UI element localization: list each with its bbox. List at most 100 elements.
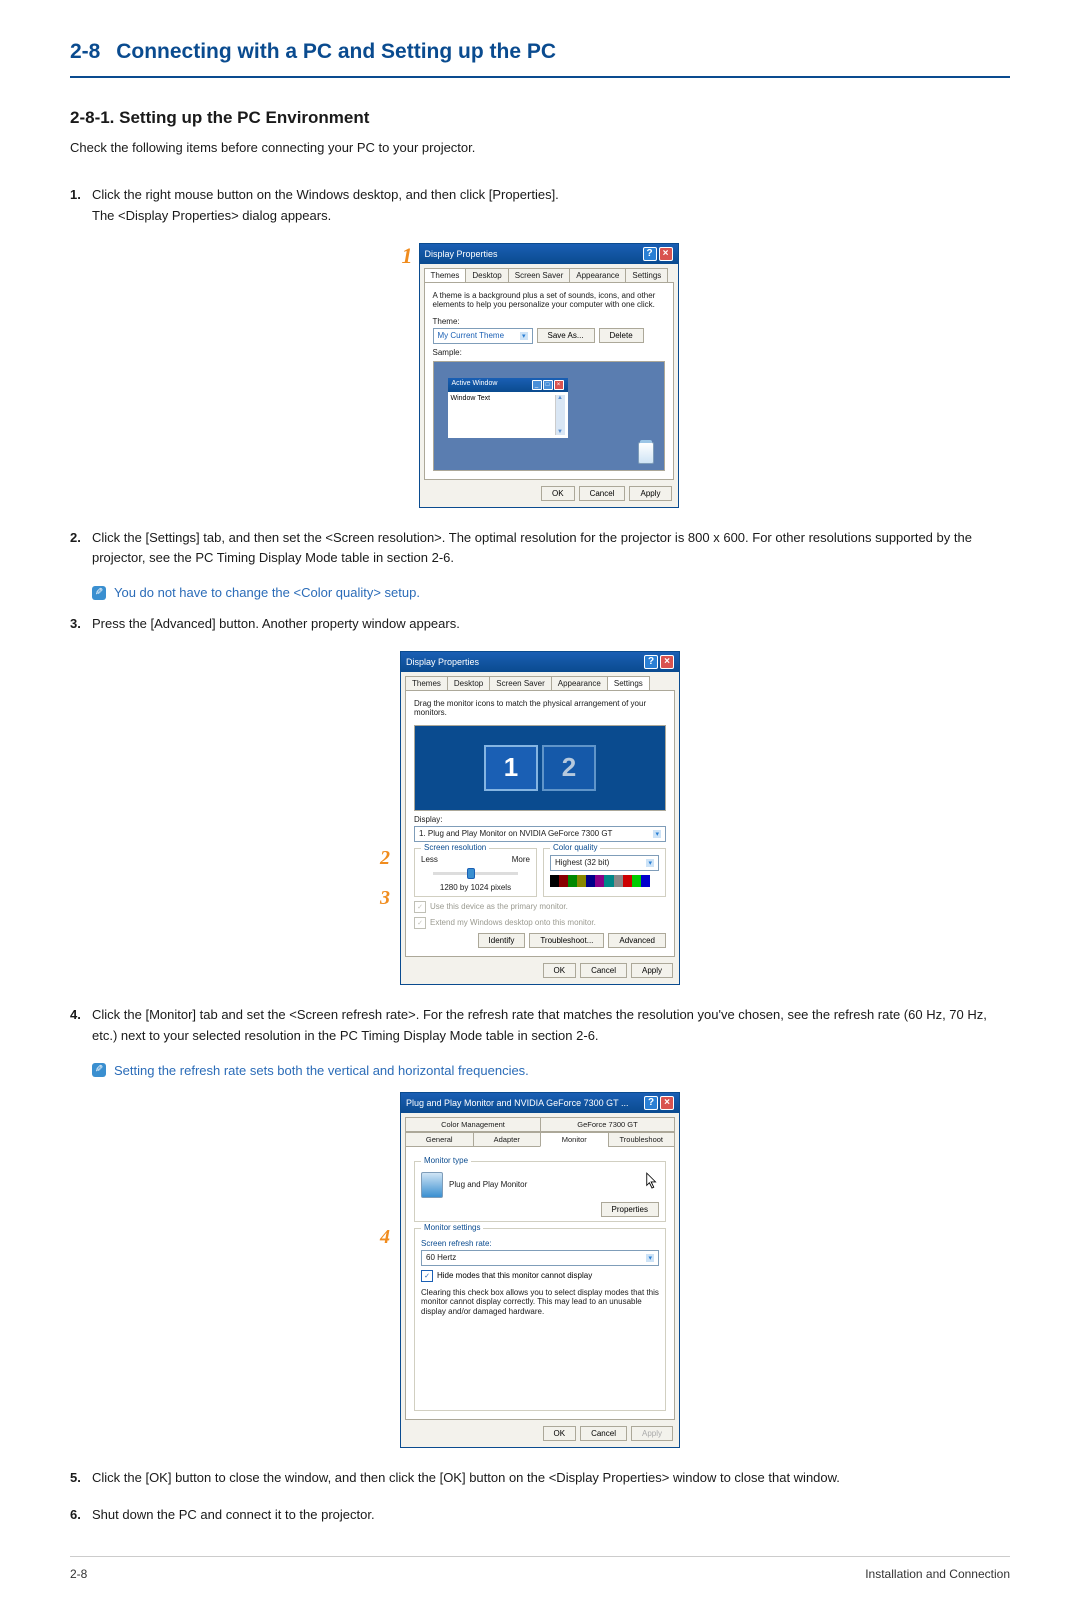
display-properties-settings-dialog: Display Properties ? × Themes Desktop Sc… [400, 651, 680, 985]
apply-button[interactable]: Apply [631, 963, 673, 978]
cancel-button[interactable]: Cancel [580, 963, 627, 978]
section-title: Connecting with a PC and Setting up the … [116, 40, 556, 63]
properties-button[interactable]: Properties [601, 1202, 659, 1217]
apply-button[interactable]: Apply [629, 486, 671, 501]
tab-color-management[interactable]: Color Management [405, 1117, 540, 1131]
tab-screen-saver[interactable]: Screen Saver [508, 268, 570, 282]
resolution-slider[interactable] [433, 872, 518, 875]
identify-button[interactable]: Identify [478, 933, 526, 948]
tab-appearance[interactable]: Appearance [569, 268, 626, 282]
monitor-type-label: Monitor type [421, 1156, 471, 1165]
sample-area: Active Window _□× Window Text▲▼ [433, 361, 665, 471]
step-4-number: 4. [70, 1005, 92, 1047]
close-icon: × [554, 380, 564, 390]
callout-1: 1 [402, 243, 413, 269]
resolution-value: 1280 by 1024 pixels [421, 883, 530, 892]
minimize-icon: _ [532, 380, 542, 390]
display-label: Display: [414, 815, 666, 824]
apply-button: Apply [631, 1426, 673, 1441]
hide-modes-desc: Clearing this check box allows you to se… [421, 1288, 659, 1317]
cursor-icon [645, 1172, 659, 1190]
help-button[interactable]: ? [644, 655, 658, 669]
section-number: 2-8 [70, 40, 100, 63]
color-quality-select[interactable]: Highest (32 bit) [550, 855, 659, 871]
tab-settings[interactable]: Settings [607, 676, 650, 690]
troubleshoot-button[interactable]: Troubleshoot... [529, 933, 604, 948]
themes-desc: A theme is a background plus a set of so… [433, 291, 665, 309]
ok-button[interactable]: OK [543, 963, 577, 978]
tab-themes[interactable]: Themes [424, 268, 467, 282]
color-quality-label: Color quality [550, 843, 600, 852]
step-5-number: 5. [70, 1468, 92, 1489]
note-refresh-rate: Setting the refresh rate sets both the v… [92, 1063, 1010, 1078]
primary-monitor-check: Use this device as the primary monitor. [414, 901, 666, 913]
refresh-rate-select[interactable]: 60 Hertz [421, 1250, 659, 1266]
tab-adapter[interactable]: Adapter [473, 1132, 541, 1147]
cancel-button[interactable]: Cancel [580, 1426, 627, 1441]
note-color-quality: You do not have to change the <Color qua… [92, 585, 1010, 600]
advanced-button[interactable]: Advanced [608, 933, 666, 948]
dialog-title: Display Properties [425, 249, 498, 259]
dialog-title: Plug and Play Monitor and NVIDIA GeForce… [406, 1098, 628, 1108]
extend-desktop-check: Extend my Windows desktop onto this moni… [414, 917, 666, 929]
display-select[interactable]: 1. Plug and Play Monitor on NVIDIA GeFor… [414, 826, 666, 842]
theme-label: Theme: [433, 317, 665, 326]
monitor-type-value: Plug and Play Monitor [449, 1180, 527, 1189]
callout-4: 4 [380, 1226, 390, 1249]
callout-2: 2 [380, 847, 390, 870]
step-6-number: 6. [70, 1505, 92, 1526]
delete-button[interactable]: Delete [599, 328, 644, 343]
ok-button[interactable]: OK [543, 1426, 577, 1441]
settings-instr: Drag the monitor icons to match the phys… [414, 699, 666, 717]
step-4-body: Click the [Monitor] tab and set the <Scr… [92, 1005, 1010, 1047]
recycle-bin-icon [638, 442, 654, 464]
tab-themes[interactable]: Themes [405, 676, 448, 690]
tab-desktop[interactable]: Desktop [447, 676, 490, 690]
tab-geforce[interactable]: GeForce 7300 GT [540, 1117, 675, 1131]
maximize-icon: □ [543, 380, 553, 390]
monitor-properties-dialog: Plug and Play Monitor and NVIDIA GeForce… [400, 1092, 680, 1449]
step-1-number: 1. [70, 185, 92, 227]
display-properties-themes-dialog: Display Properties ? × Themes Desktop Sc… [419, 243, 679, 508]
step-3-number: 3. [70, 614, 92, 635]
close-button[interactable]: × [660, 1096, 674, 1110]
step-2-body: Click the [Settings] tab, and then set t… [92, 528, 1010, 570]
tab-troubleshoot[interactable]: Troubleshoot [608, 1132, 676, 1147]
subsection-heading: 2-8-1. Setting up the PC Environment [70, 108, 1010, 128]
section-heading: 2-8 Connecting with a PC and Setting up … [70, 40, 1010, 64]
step-2-number: 2. [70, 528, 92, 570]
hide-modes-check[interactable]: Hide modes that this monitor cannot disp… [421, 1270, 659, 1282]
monitor-1[interactable]: 1 [484, 745, 538, 791]
step-3-body: Press the [Advanced] button. Another pro… [92, 614, 1010, 635]
step-1-body: Click the right mouse button on the Wind… [92, 185, 1010, 227]
monitor-icon [421, 1172, 443, 1198]
tab-monitor[interactable]: Monitor [540, 1132, 608, 1147]
callout-3: 3 [380, 887, 390, 910]
monitor-arrangement[interactable]: 1 2 [414, 725, 666, 811]
tab-appearance[interactable]: Appearance [551, 676, 608, 690]
page-number: 2-8 [70, 1567, 87, 1581]
tab-general[interactable]: General [405, 1132, 473, 1147]
refresh-rate-label: Screen refresh rate: [421, 1239, 659, 1248]
color-bar [550, 875, 659, 887]
help-button[interactable]: ? [644, 1096, 658, 1110]
sample-label: Sample: [433, 348, 665, 357]
step-6-body: Shut down the PC and connect it to the p… [92, 1505, 1010, 1526]
tab-screen-saver[interactable]: Screen Saver [489, 676, 551, 690]
tab-settings[interactable]: Settings [625, 268, 668, 282]
theme-select[interactable]: My Current Theme [433, 328, 533, 344]
save-as-button[interactable]: Save As... [537, 328, 595, 343]
cancel-button[interactable]: Cancel [579, 486, 626, 501]
dialog-title: Display Properties [406, 657, 479, 667]
tab-desktop[interactable]: Desktop [465, 268, 508, 282]
intro-text: Check the following items before connect… [70, 140, 1010, 155]
step-5-body: Click the [OK] button to close the windo… [92, 1468, 1010, 1489]
ok-button[interactable]: OK [541, 486, 575, 501]
monitor-2[interactable]: 2 [542, 745, 596, 791]
close-button[interactable]: × [659, 247, 673, 261]
help-button[interactable]: ? [643, 247, 657, 261]
chapter-name: Installation and Connection [865, 1567, 1010, 1581]
close-button[interactable]: × [660, 655, 674, 669]
monitor-settings-label: Monitor settings [421, 1223, 483, 1232]
screen-resolution-label: Screen resolution [421, 843, 489, 852]
